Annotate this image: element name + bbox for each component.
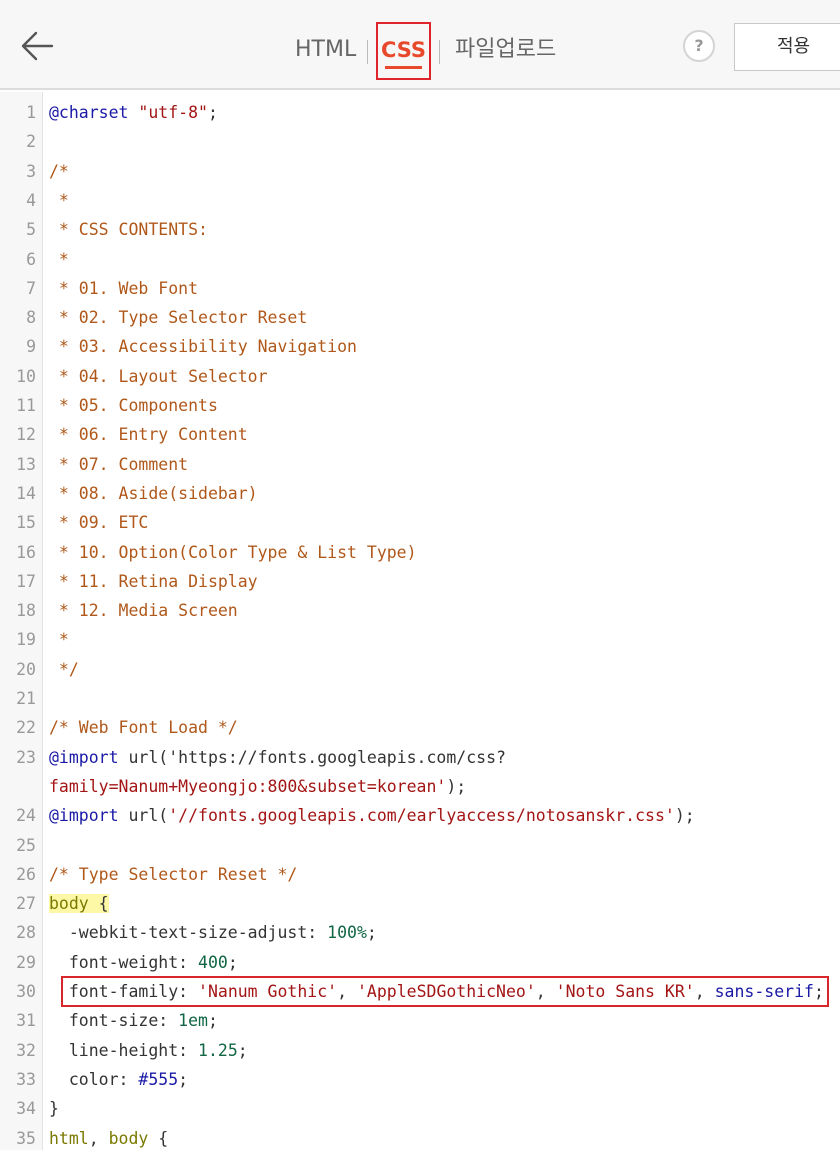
active-tab-underline [385, 66, 422, 69]
line-number: 15 [16, 513, 36, 533]
line-number: 34 [16, 1099, 36, 1119]
code-text: * [49, 630, 69, 650]
tab-html[interactable]: HTML [295, 35, 356, 65]
line-number: 17 [16, 571, 36, 591]
line-number: 31 [16, 1011, 36, 1031]
line-number: 23 [16, 747, 36, 767]
line-number: 12 [16, 425, 36, 445]
line-number: 8 [26, 308, 36, 328]
line-number: 33 [16, 1069, 36, 1089]
tab-css-label: CSS [380, 38, 427, 62]
line-number: 6 [26, 249, 36, 269]
code-text: font-size: 1em; [49, 1011, 218, 1031]
code-text: * 02. Type Selector Reset [49, 308, 308, 328]
code-text: @charset "utf-8"; [49, 103, 218, 122]
code-text: * 11. Retina Display [49, 571, 258, 591]
code-text: * 08. Aside(sidebar) [49, 483, 258, 503]
css-code-editor[interactable]: 1 @charset "utf-8"; 2 3/* 4 * 5 * CSS CONTENT… [0, 92, 840, 1150]
line-number: 1 [26, 103, 36, 122]
line-number: 14 [16, 483, 36, 503]
line-number: 21 [16, 689, 36, 708]
code-text: @import url('//fonts.googleapis.com/earl… [49, 806, 695, 826]
line-number: 10 [16, 366, 36, 386]
code-text: * 09. ETC [49, 513, 149, 533]
help-button[interactable]: ? [683, 30, 715, 62]
line-number: 30 [16, 982, 36, 1001]
line-number: 22 [16, 718, 36, 738]
code-text: font-weight: 400; [49, 952, 238, 972]
line-number: 29 [16, 952, 36, 972]
line-number: 26 [16, 864, 36, 884]
code-text: * [49, 249, 69, 269]
code-text: html, body { [49, 1128, 169, 1148]
line-number: 3 [26, 161, 36, 181]
line-number: 20 [16, 659, 36, 679]
highlight-box-font-family [61, 976, 829, 1007]
line-number: 5 [26, 220, 36, 240]
editor-header: HTML CSS 파일업로드 ? 적용 [0, 0, 840, 90]
line-number: 9 [26, 337, 36, 357]
code-text: * 12. Media Screen [49, 601, 238, 621]
line-number: 18 [16, 601, 36, 621]
code-text: * CSS CONTENTS: [49, 220, 208, 240]
line-number: 32 [16, 1040, 36, 1060]
code-text: color: #555; [49, 1069, 189, 1089]
line-number: 35 [16, 1128, 36, 1148]
code-text: line-height: 1.25; [49, 1040, 248, 1060]
line-number: 16 [16, 542, 36, 562]
line-number: 25 [16, 835, 36, 855]
code-text: * 04. Layout Selector [49, 366, 268, 386]
code-text: * [49, 190, 69, 210]
apply-button[interactable]: 적용 [734, 23, 840, 71]
code-text: @import url('https://fonts.googleapis.co… [49, 747, 506, 767]
line-number: 28 [16, 923, 36, 943]
code-text: family=Nanum+Myeongjo:800&subset=korean'… [49, 776, 467, 796]
code-text: -webkit-text-size-adjust: 100%; [49, 923, 377, 943]
code-text: body { [49, 894, 109, 914]
line-number: 24 [16, 806, 36, 826]
code-text: * 05. Components [49, 396, 218, 415]
code-text: /* Type Selector Reset */ [49, 864, 298, 884]
tab-divider [367, 40, 368, 64]
code-text: * 01. Web Font [49, 278, 199, 298]
line-number: 7 [26, 278, 36, 298]
line-number: 11 [16, 396, 36, 415]
line-number: 13 [16, 454, 36, 474]
code-text: * 06. Entry Content [49, 425, 248, 445]
line-number: 4 [26, 190, 36, 210]
line-number: 2 [26, 132, 36, 152]
code-text: * 03. Accessibility Navigation [49, 337, 357, 357]
code-text: /* Web Font Load */ [49, 718, 238, 738]
line-number: 27 [16, 894, 36, 914]
tab-file-upload[interactable]: 파일업로드 [455, 35, 556, 65]
code-text: */ [49, 659, 79, 679]
code-text: } [49, 1099, 59, 1119]
tab-divider [439, 40, 440, 64]
code-text: * 07. Comment [49, 454, 189, 474]
tab-css[interactable]: CSS [376, 22, 431, 80]
code-text: /* [49, 161, 69, 181]
code-text: * 10. Option(Color Type & List Type) [49, 542, 417, 562]
line-number: 19 [16, 630, 36, 650]
